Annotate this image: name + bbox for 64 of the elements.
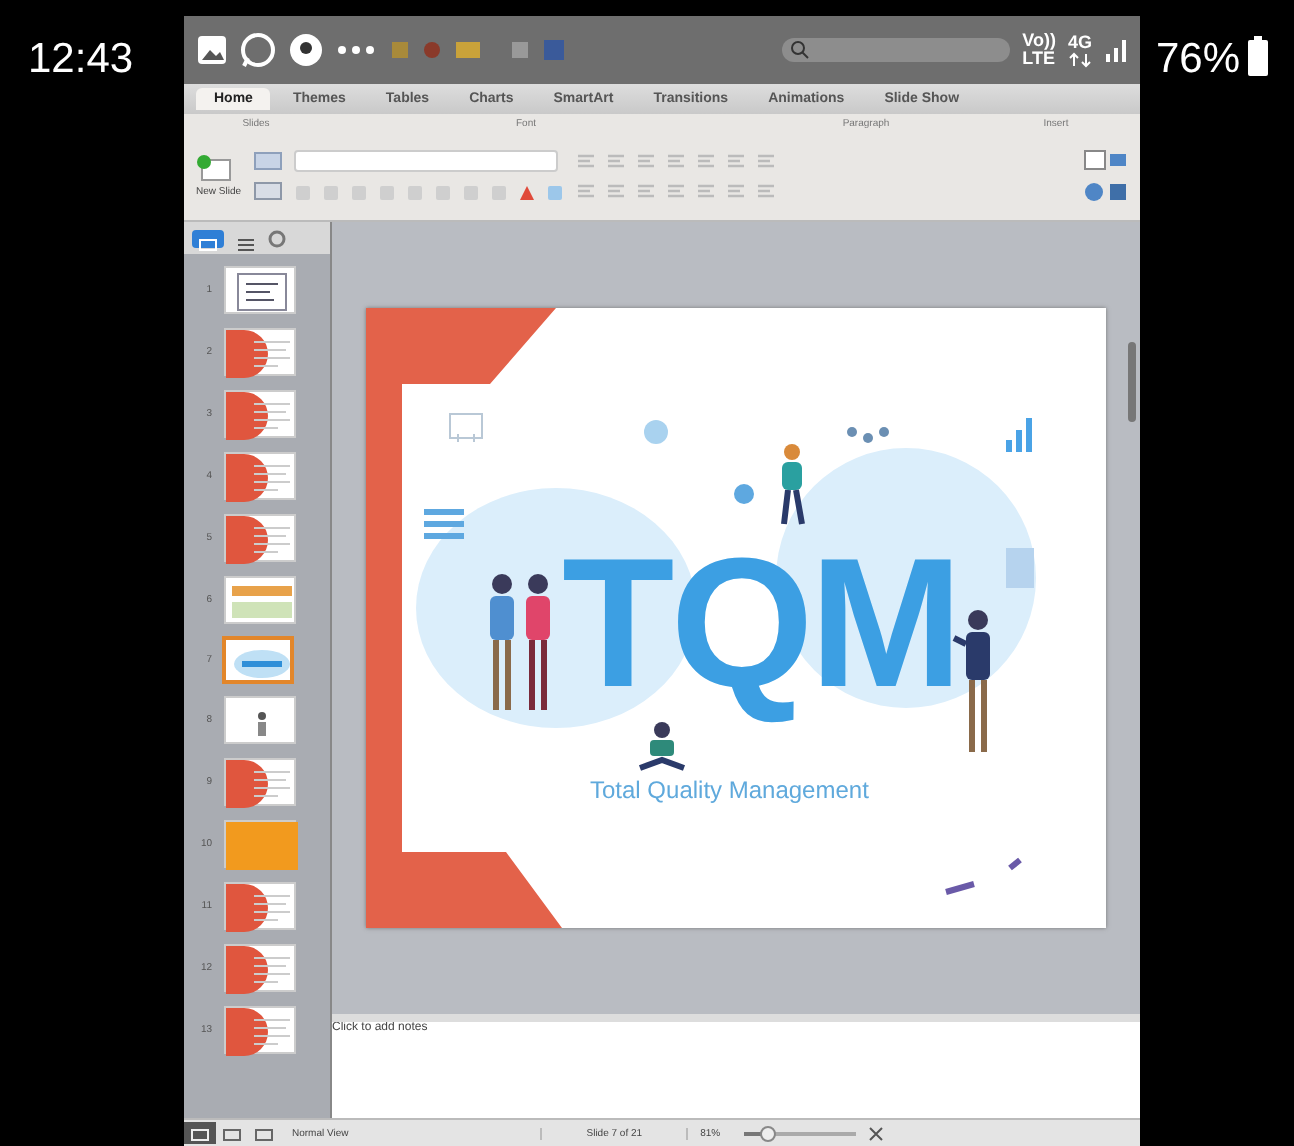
person-illustration-drawing <box>526 574 550 713</box>
highlight-icon <box>545 184 564 202</box>
paragraph-tool-icon <box>605 152 626 170</box>
slide-thumbnail[interactable] <box>224 944 296 992</box>
slide-thumbnail[interactable] <box>222 636 294 684</box>
fit-to-window-icon <box>868 1125 885 1141</box>
document-icon <box>1006 548 1034 588</box>
network-type: 4G <box>1067 33 1092 51</box>
slide-thumbnail[interactable] <box>224 266 296 314</box>
slide-thumbnail[interactable] <box>224 514 296 562</box>
slide-thumbnail[interactable] <box>224 758 296 806</box>
paragraph-tool-icon <box>635 152 656 170</box>
search-icon <box>790 40 811 60</box>
slide-thumbnail[interactable] <box>224 576 296 624</box>
search-field[interactable] <box>782 38 1011 62</box>
paragraph-tool-icon <box>575 152 596 170</box>
paragraph-tool-icon <box>695 182 716 200</box>
chat-bubble-icon <box>240 32 276 68</box>
slider-thumb[interactable] <box>760 1125 777 1141</box>
paragraph-tool-icon <box>665 182 686 200</box>
new-slide-icon <box>196 154 232 182</box>
paragraph-tool-icon <box>665 152 686 170</box>
slide-thumbnail[interactable] <box>224 696 296 744</box>
text-box-icon <box>1084 150 1128 170</box>
slide-thumbnail[interactable] <box>224 328 296 376</box>
slide-thumbnail[interactable] <box>224 820 296 868</box>
person-illustration-drawing <box>490 574 514 713</box>
font-color-icon <box>517 184 536 202</box>
paragraph-tool-icon <box>575 182 596 200</box>
brush-stroke-drawing <box>943 857 1023 895</box>
font-name-field[interactable] <box>293 150 558 172</box>
section-icon <box>253 182 282 200</box>
volte-label: Vo)) <box>1022 32 1056 50</box>
paragraph-tool-icon <box>635 182 656 200</box>
paragraph-tool-icon <box>755 152 776 170</box>
list-icon <box>421 509 467 539</box>
gear-icon <box>268 229 286 247</box>
presentation-board-icon <box>449 413 483 443</box>
person-illustration-drawing <box>638 722 686 771</box>
slide-thumbnail[interactable] <box>224 452 296 500</box>
slide-subtitle: Total Quality Management <box>590 776 869 804</box>
slides-view-tab[interactable] <box>192 229 224 247</box>
person-illustration-drawing <box>781 444 805 527</box>
slide-thumbnail[interactable] <box>224 882 296 930</box>
normal-view-button[interactable] <box>184 1122 216 1144</box>
lte-label: LTE <box>1022 50 1056 68</box>
more-dots-icon <box>336 44 376 56</box>
gallery-icon <box>196 34 228 66</box>
shapes-icon <box>1084 182 1128 202</box>
paragraph-tool-icon <box>725 182 746 200</box>
paragraph-tool-icon <box>755 182 776 200</box>
bar-chart-icon <box>1006 418 1032 452</box>
signal-icon <box>1104 38 1128 62</box>
paragraph-tool-icon <box>695 152 716 170</box>
battery-icon <box>1248 36 1269 76</box>
status-time: 12:43 <box>26 34 136 84</box>
slide-thumbnail[interactable] <box>224 390 296 438</box>
slide-thumbnail[interactable] <box>224 1006 296 1054</box>
battery-percent: 76% <box>1156 36 1241 84</box>
layout-icon <box>253 152 282 170</box>
paragraph-tool-icon <box>605 182 626 200</box>
data-arrows-icon <box>1067 51 1092 67</box>
paragraph-tool-icon <box>725 152 746 170</box>
scrollbar-thumb[interactable] <box>1128 342 1136 422</box>
